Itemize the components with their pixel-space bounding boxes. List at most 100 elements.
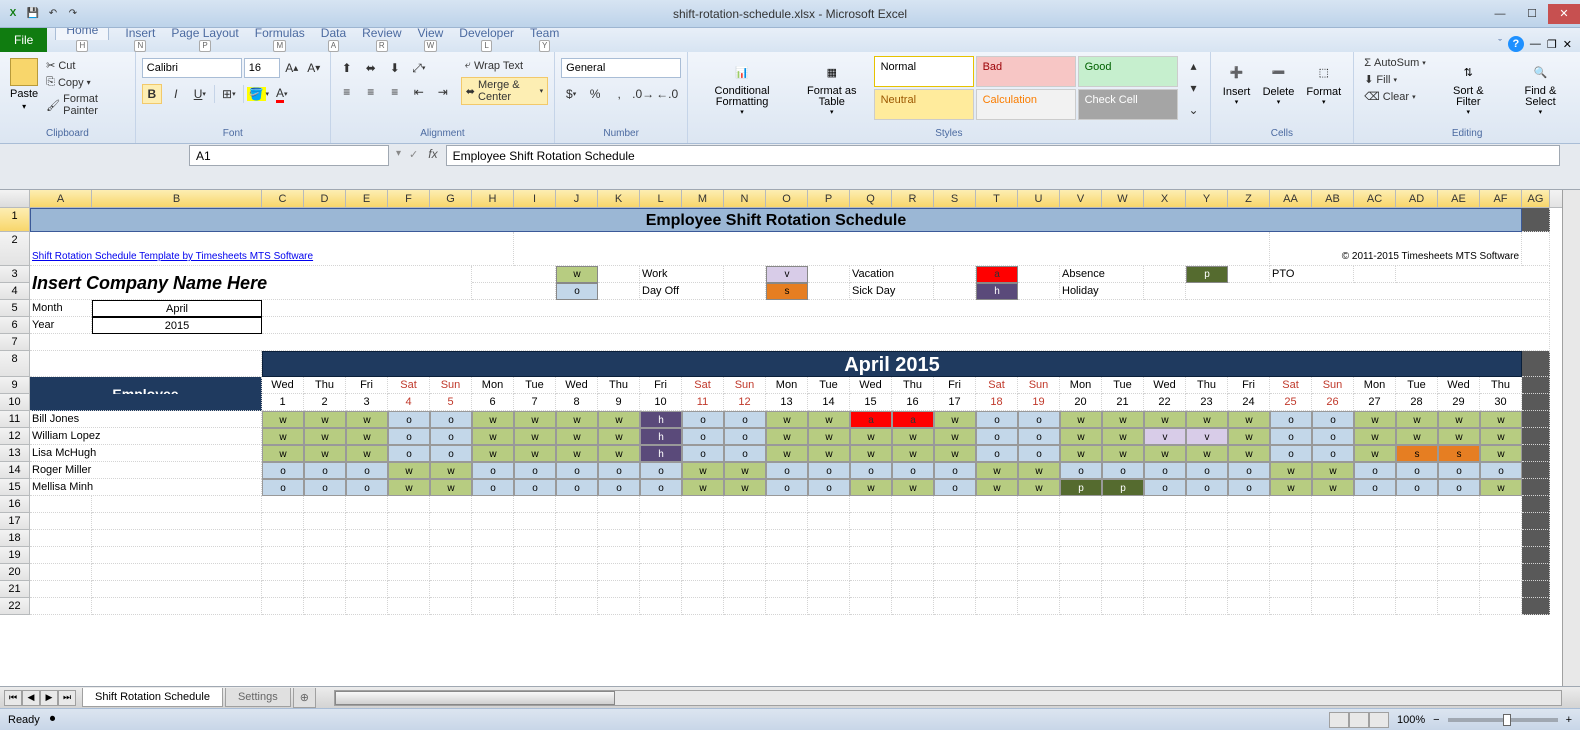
tab-page-layout[interactable]: Page LayoutP bbox=[163, 28, 246, 52]
decrease-font-button[interactable]: A▾ bbox=[304, 58, 324, 78]
cell[interactable]: 4 bbox=[388, 394, 430, 411]
cell[interactable] bbox=[976, 547, 1018, 564]
cell[interactable] bbox=[1060, 530, 1102, 547]
cell[interactable]: w bbox=[1228, 445, 1270, 462]
cell[interactable] bbox=[682, 598, 724, 615]
cell[interactable] bbox=[892, 496, 934, 513]
cell[interactable]: 30 bbox=[1480, 394, 1522, 411]
cell[interactable]: o bbox=[388, 428, 430, 445]
cell[interactable] bbox=[808, 547, 850, 564]
column-header[interactable]: I bbox=[514, 190, 556, 207]
cell[interactable]: Shift Rotation Schedule Template by Time… bbox=[30, 232, 514, 266]
row-header[interactable]: 16 bbox=[0, 496, 30, 513]
row-header[interactable]: 10 bbox=[0, 394, 30, 411]
cell[interactable] bbox=[1144, 513, 1186, 530]
cell[interactable]: w bbox=[934, 411, 976, 428]
cell[interactable]: o bbox=[724, 428, 766, 445]
cell[interactable] bbox=[934, 598, 976, 615]
column-header[interactable]: X bbox=[1144, 190, 1186, 207]
cell[interactable] bbox=[304, 530, 346, 547]
cell[interactable] bbox=[976, 530, 1018, 547]
cell[interactable]: w bbox=[1312, 462, 1354, 479]
row-header[interactable]: 4 bbox=[0, 283, 30, 300]
cell[interactable] bbox=[1228, 266, 1270, 283]
window-restore-icon[interactable]: ❐ bbox=[1547, 38, 1557, 51]
cell[interactable]: Thu bbox=[892, 377, 934, 394]
tab-formulas[interactable]: FormulasM bbox=[247, 28, 313, 52]
formula-input[interactable] bbox=[446, 145, 1560, 166]
row-header[interactable]: 17 bbox=[0, 513, 30, 530]
cell[interactable]: o bbox=[1144, 462, 1186, 479]
tab-first-button[interactable]: ⏮ bbox=[4, 690, 22, 706]
cell[interactable]: v bbox=[1186, 428, 1228, 445]
cell[interactable] bbox=[262, 513, 304, 530]
column-header[interactable]: K bbox=[598, 190, 640, 207]
tab-prev-button[interactable]: ◀ bbox=[22, 690, 40, 706]
cell[interactable]: w bbox=[1102, 411, 1144, 428]
cell[interactable]: William Lopez bbox=[30, 428, 262, 445]
cell[interactable]: w bbox=[430, 462, 472, 479]
cell[interactable]: 25 bbox=[1270, 394, 1312, 411]
row-header[interactable]: 19 bbox=[0, 547, 30, 564]
cell[interactable] bbox=[1522, 564, 1550, 581]
cell[interactable]: w bbox=[598, 428, 640, 445]
clear-button[interactable]: ⌫Clear▾ bbox=[1360, 89, 1430, 104]
cell[interactable]: o bbox=[1060, 462, 1102, 479]
cell[interactable] bbox=[1102, 598, 1144, 615]
find-select-button[interactable]: 🔍Find & Select▾ bbox=[1507, 56, 1574, 118]
cell[interactable]: w bbox=[262, 411, 304, 428]
cell[interactable] bbox=[1396, 496, 1438, 513]
cell[interactable]: Mon bbox=[766, 377, 808, 394]
decrease-indent-button[interactable]: ⇤ bbox=[409, 82, 429, 102]
cell[interactable] bbox=[682, 547, 724, 564]
cell[interactable] bbox=[1480, 530, 1522, 547]
cell[interactable]: Roger Miller bbox=[30, 462, 262, 479]
column-header[interactable]: T bbox=[976, 190, 1018, 207]
cell[interactable] bbox=[1186, 513, 1228, 530]
cell[interactable] bbox=[1228, 496, 1270, 513]
cell[interactable]: o bbox=[346, 462, 388, 479]
cell[interactable] bbox=[1522, 530, 1550, 547]
cell[interactable] bbox=[1102, 496, 1144, 513]
cell[interactable] bbox=[1438, 598, 1480, 615]
style-normal[interactable]: Normal bbox=[874, 56, 974, 87]
cell[interactable] bbox=[388, 564, 430, 581]
cell[interactable] bbox=[766, 513, 808, 530]
cell[interactable]: o bbox=[976, 411, 1018, 428]
cell[interactable]: 12 bbox=[724, 394, 766, 411]
cell[interactable] bbox=[30, 581, 92, 598]
cell[interactable]: o bbox=[1018, 411, 1060, 428]
column-header[interactable]: U bbox=[1018, 190, 1060, 207]
cell[interactable] bbox=[808, 266, 850, 283]
cell[interactable]: o bbox=[934, 462, 976, 479]
cell[interactable] bbox=[1018, 513, 1060, 530]
cell[interactable] bbox=[934, 496, 976, 513]
column-header[interactable]: C bbox=[262, 190, 304, 207]
cell[interactable] bbox=[30, 394, 262, 411]
tab-team[interactable]: TeamY bbox=[522, 28, 567, 52]
cell[interactable] bbox=[1354, 581, 1396, 598]
cell[interactable] bbox=[388, 496, 430, 513]
decrease-decimal-button[interactable]: ←.0 bbox=[657, 84, 677, 104]
cell[interactable] bbox=[598, 564, 640, 581]
align-center-button[interactable]: ≡ bbox=[361, 82, 381, 102]
cell[interactable] bbox=[430, 598, 472, 615]
cell[interactable]: 22 bbox=[1144, 394, 1186, 411]
cell[interactable]: Holiday bbox=[1060, 283, 1144, 300]
cell[interactable]: 2015 bbox=[92, 317, 262, 334]
row-header[interactable]: 14 bbox=[0, 462, 30, 479]
cell[interactable] bbox=[1480, 513, 1522, 530]
cell[interactable] bbox=[1186, 547, 1228, 564]
cell[interactable] bbox=[808, 530, 850, 547]
cell[interactable] bbox=[934, 547, 976, 564]
cell[interactable] bbox=[388, 530, 430, 547]
cell[interactable]: Fri bbox=[640, 377, 682, 394]
cut-button[interactable]: ✂Cut bbox=[42, 58, 129, 73]
cell[interactable]: w bbox=[1270, 479, 1312, 496]
cell[interactable] bbox=[1396, 266, 1550, 283]
cell[interactable]: w bbox=[892, 479, 934, 496]
cell[interactable]: o bbox=[976, 445, 1018, 462]
cell[interactable]: Thu bbox=[1186, 377, 1228, 394]
cell[interactable] bbox=[724, 547, 766, 564]
cell[interactable]: w bbox=[1144, 411, 1186, 428]
